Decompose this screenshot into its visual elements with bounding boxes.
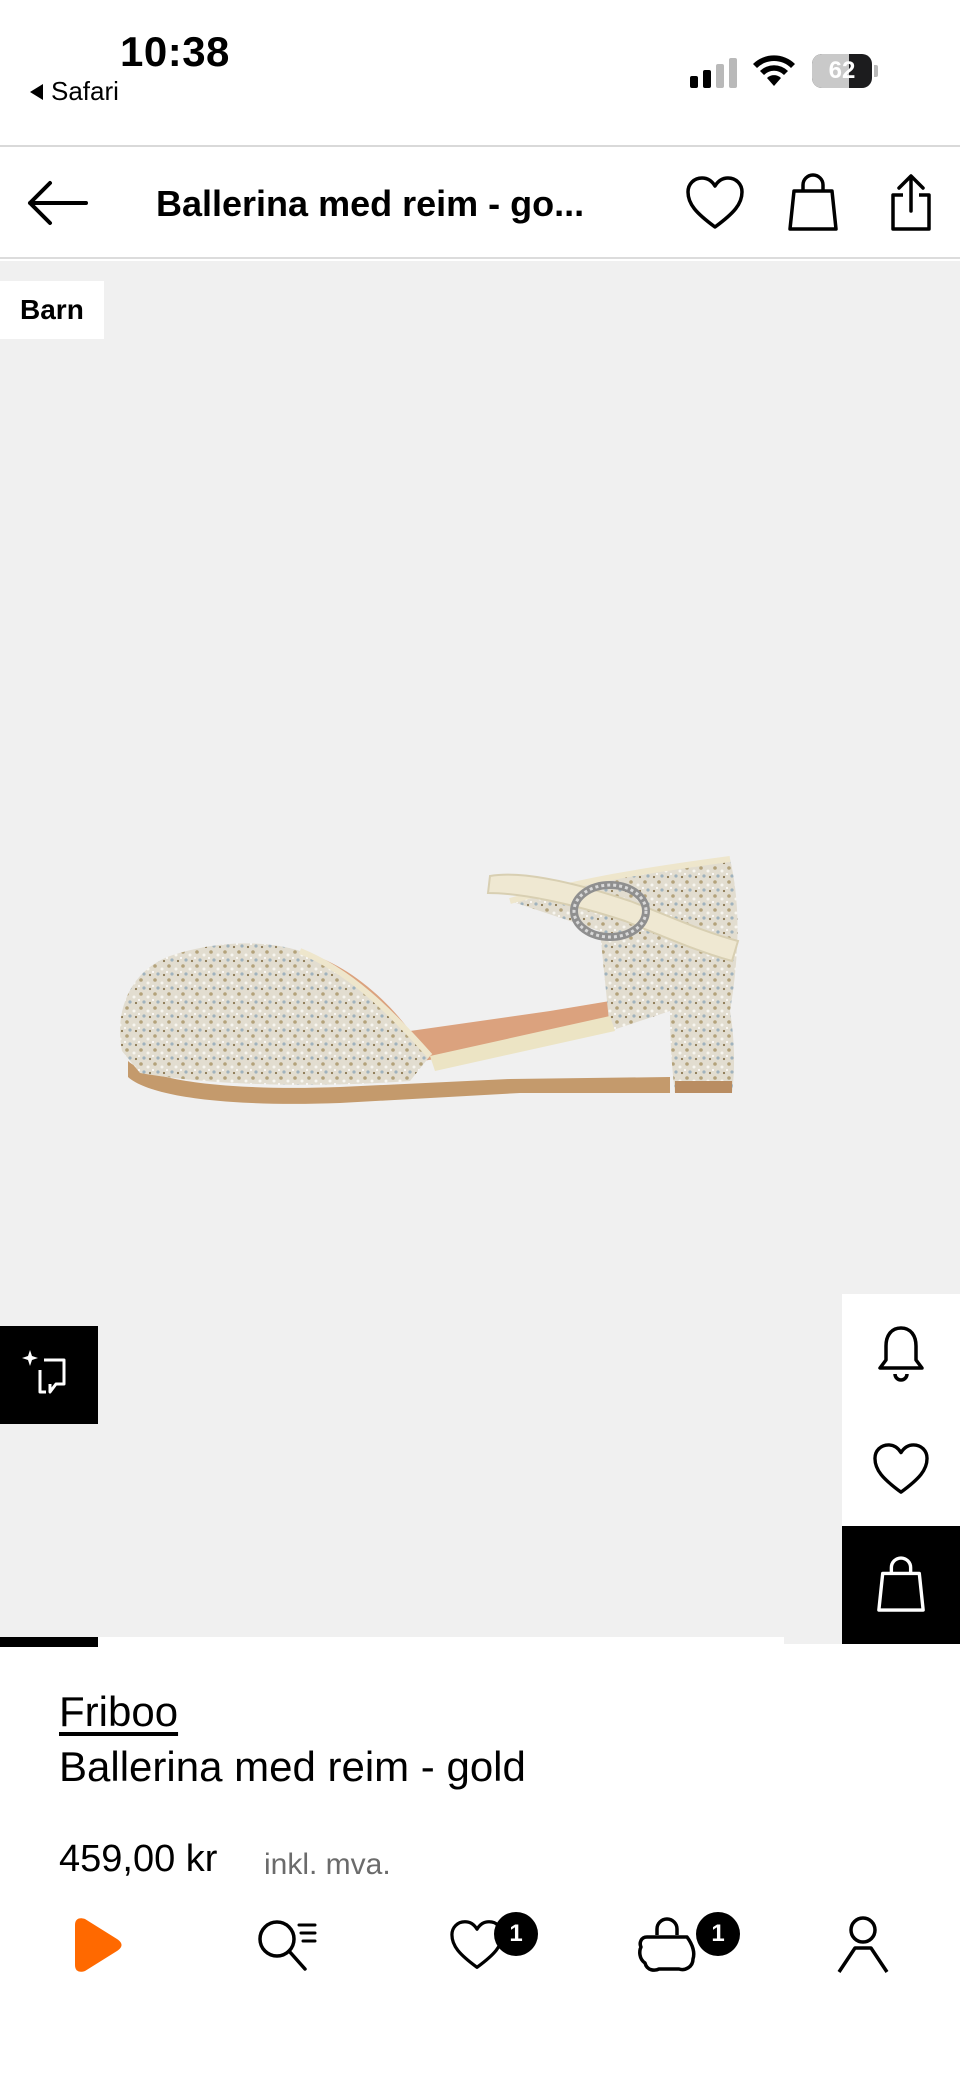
gallery-progress-fill (0, 1637, 98, 1647)
back-triangle-icon (30, 83, 43, 100)
sparkle-crop-icon (22, 1350, 66, 1394)
notify-button[interactable] (842, 1294, 960, 1412)
side-actions (842, 1294, 960, 1644)
gallery-progress (0, 1637, 784, 1647)
shopping-bag-icon (788, 173, 838, 231)
bag-button[interactable] (781, 171, 845, 235)
nav-bag[interactable]: 1 (612, 1890, 740, 2000)
nav-wishlist[interactable]: 1 (422, 1890, 538, 2000)
back-app-label: Safari (51, 76, 119, 106)
add-to-wishlist-button[interactable] (842, 1410, 960, 1528)
product-image-gallery[interactable]: Barn (0, 261, 960, 1644)
page-title: Ballerina med reim - go... (156, 183, 585, 224)
status-time: 10:38 (120, 28, 230, 75)
product-image (120, 856, 740, 1104)
nav-home[interactable] (42, 1890, 152, 2000)
wishlist-count-badge: 1 (494, 1912, 538, 1956)
bag-count-badge: 1 (696, 1912, 740, 1956)
back-to-safari[interactable]: Safari (30, 76, 119, 107)
shopping-bag-icon (638, 1917, 696, 1972)
battery-level: 62 (828, 57, 856, 84)
bell-icon (878, 1326, 924, 1382)
shopping-bag-icon (877, 1556, 925, 1612)
vat-note: inkl. mva. (264, 1848, 391, 1881)
nav-search[interactable] (232, 1890, 342, 2000)
share-icon (891, 174, 931, 231)
heart-icon (873, 1443, 929, 1494)
share-button[interactable] (879, 171, 943, 235)
bottom-navigation: 1 1 (0, 1890, 960, 2010)
ai-assistant-button[interactable] (0, 1326, 98, 1424)
zalando-logo-icon (75, 1918, 122, 1972)
back-button[interactable] (24, 177, 90, 229)
brand-link[interactable]: Friboo (59, 1688, 178, 1736)
wishlist-button[interactable] (683, 171, 747, 235)
back-arrow-icon (28, 181, 88, 225)
cellular-signal-icon (690, 58, 737, 88)
search-list-icon (258, 1920, 317, 1971)
person-icon (837, 1916, 889, 1973)
heart-icon (686, 176, 744, 229)
battery-icon: 62 (812, 54, 878, 88)
status-bar: 10:38 Safari 62 (0, 0, 960, 145)
app-header: Ballerina med reim - go... (0, 147, 960, 259)
wifi-icon (753, 55, 795, 86)
product-price: 459,00 kr (59, 1838, 218, 1880)
category-tag: Barn (0, 281, 104, 339)
nav-account[interactable] (808, 1890, 918, 2000)
add-to-bag-button[interactable] (842, 1526, 960, 1644)
product-name: Ballerina med reim - gold (59, 1743, 526, 1790)
